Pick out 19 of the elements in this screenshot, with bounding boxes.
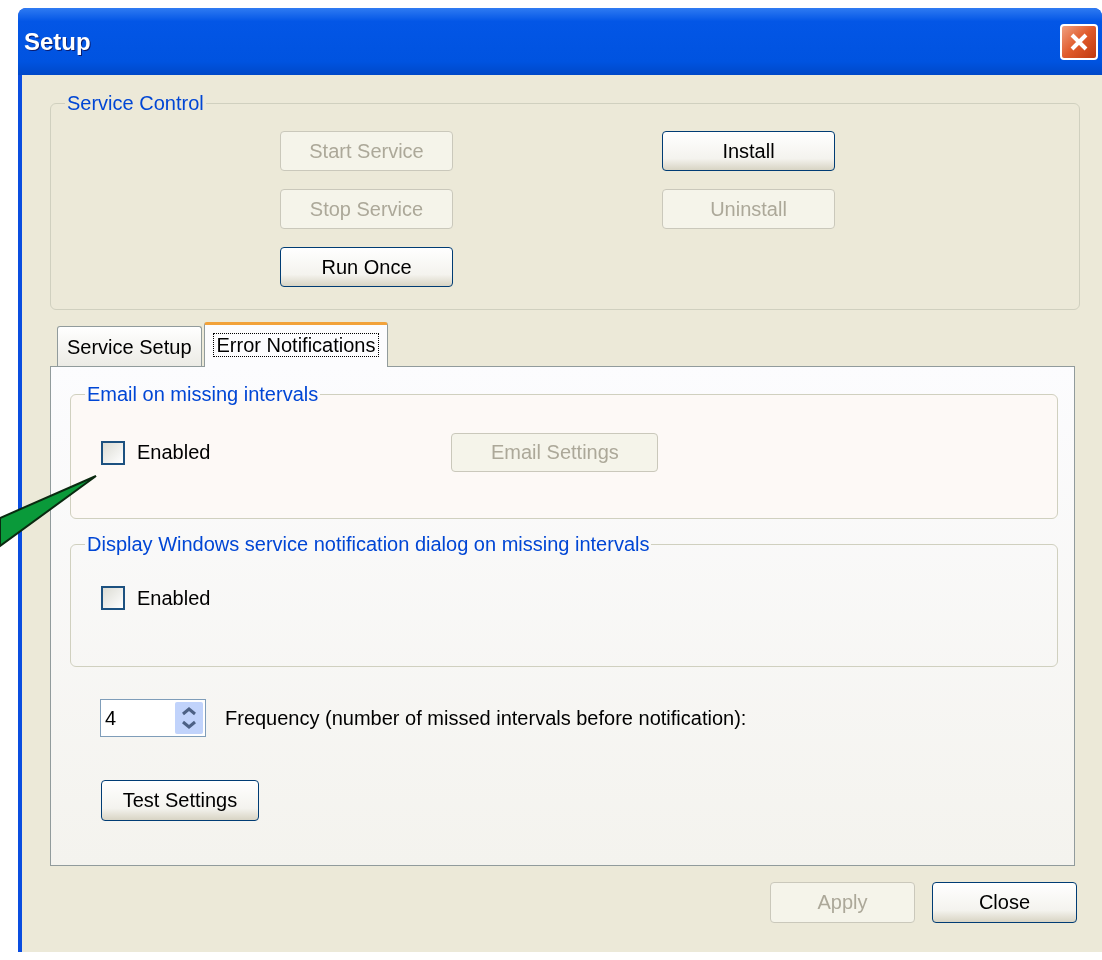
group-title: Email on missing intervals [86, 383, 320, 406]
test-settings-button[interactable]: Test Settings [101, 780, 259, 821]
checkbox-label: Enabled [137, 441, 211, 464]
number-field[interactable]: 4 [100, 699, 206, 737]
group-title: Service Control [66, 92, 205, 115]
dialog-button[interactable]: Close [932, 882, 1077, 923]
checkbox[interactable] [101, 440, 125, 465]
tab[interactable]: Error Notifications [203, 322, 389, 367]
push-button[interactable]: Run Once [280, 247, 453, 287]
tab[interactable]: Service Setup [57, 326, 202, 366]
close-button[interactable] [1060, 23, 1098, 60]
window-title: Setup [24, 27, 91, 56]
checkbox[interactable] [101, 586, 125, 610]
frequency-label: Frequency (number of missed intervals before notification): [225, 706, 747, 730]
checkbox-label: Enabled [137, 586, 211, 610]
group-title: Display Windows service notification dialog on missing intervals [86, 533, 651, 556]
close-icon [1069, 31, 1089, 52]
push-button[interactable]: Install [662, 131, 835, 171]
spin-arrows-icon[interactable] [175, 702, 203, 734]
